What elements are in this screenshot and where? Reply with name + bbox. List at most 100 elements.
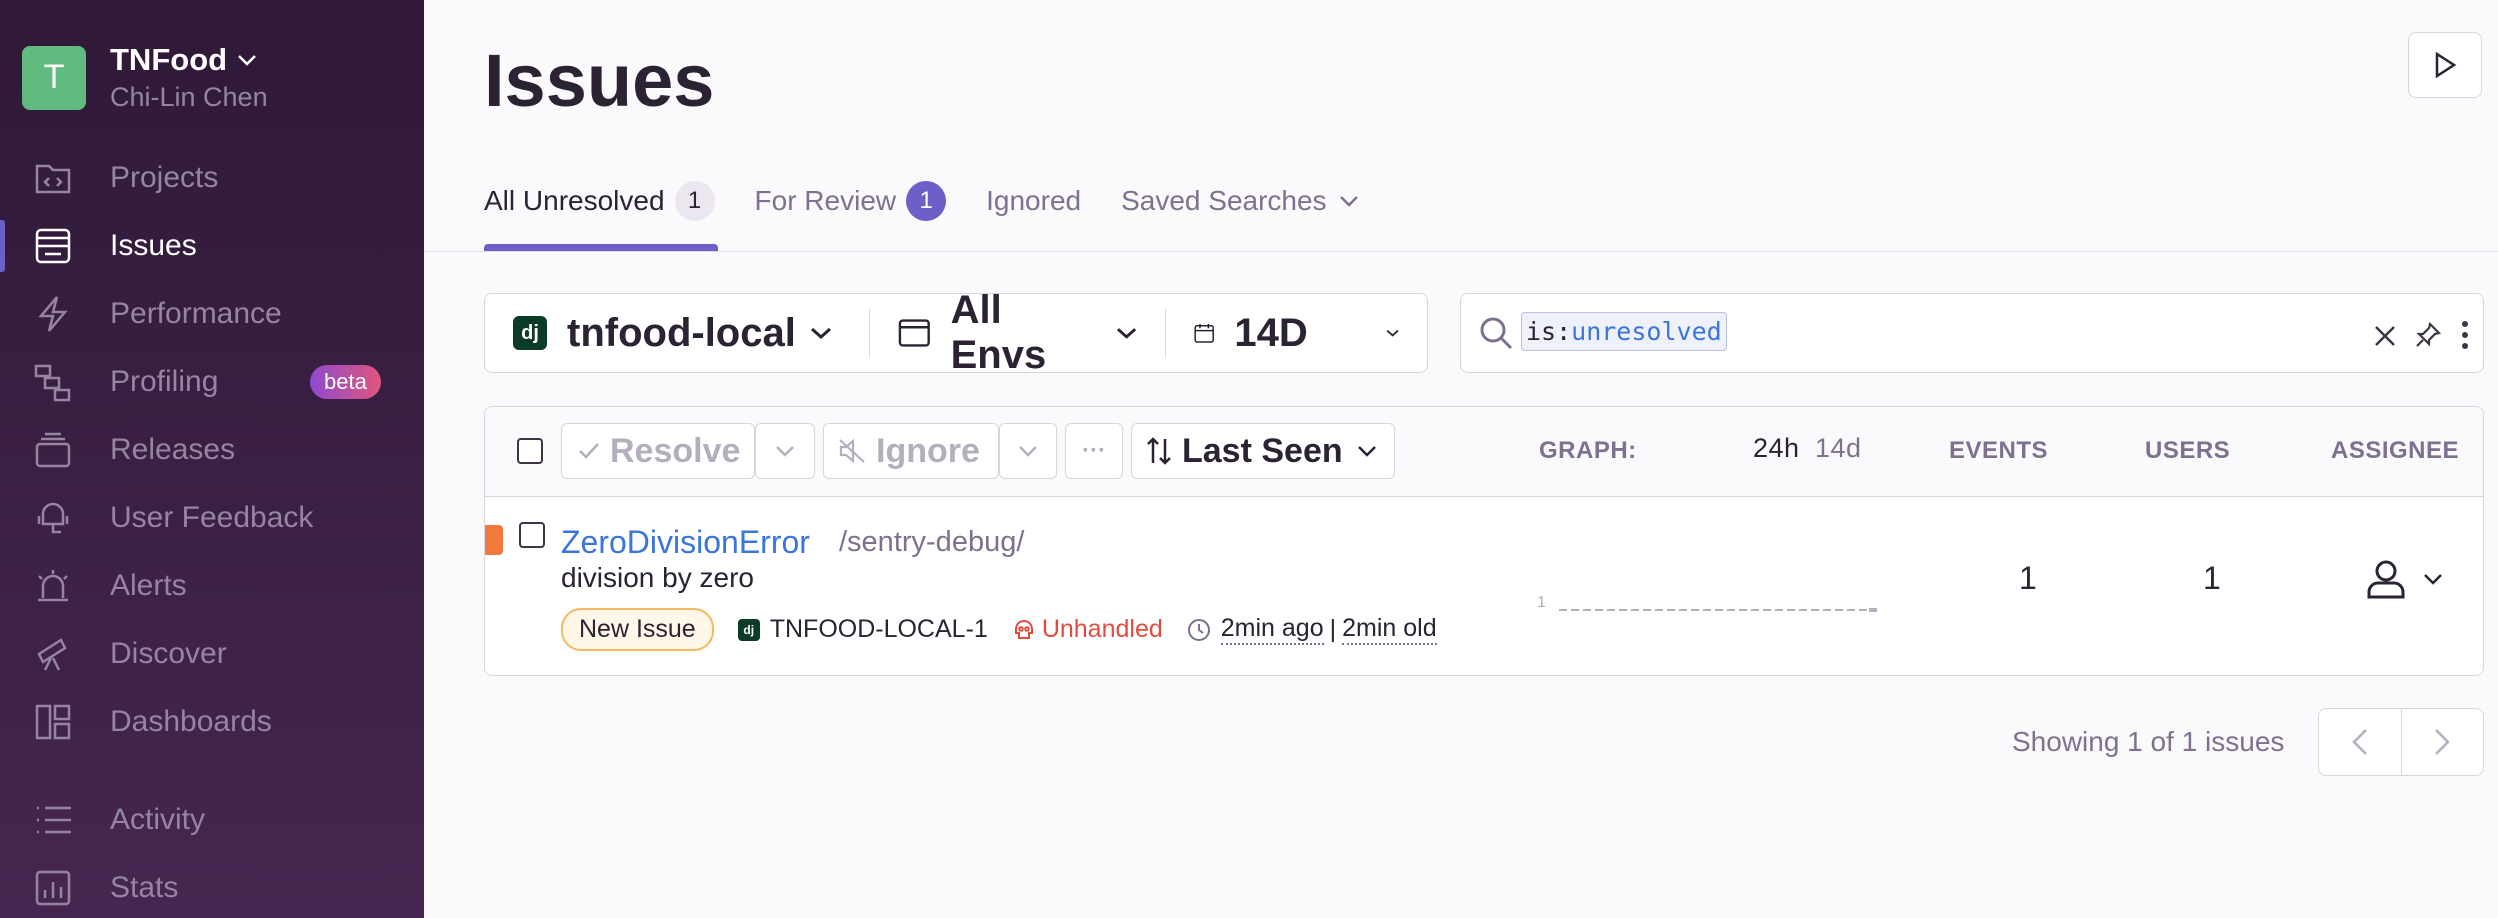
- resolve-button[interactable]: Resolve: [561, 423, 755, 479]
- column-assignee: ASSIGNEE: [2331, 437, 2460, 464]
- priority-indicator: [485, 525, 503, 555]
- ignore-options-button[interactable]: [999, 423, 1057, 479]
- issue-message: division by zero: [561, 562, 754, 593]
- table-row[interactable]: ZeroDivisionError /sentry-debug/ divisio…: [485, 498, 2483, 675]
- environment-selector[interactable]: All Envs: [869, 288, 1165, 377]
- org-switcher[interactable]: T TNFood Chi-Lin Chen: [22, 42, 268, 113]
- last-seen[interactable]: 2min ago: [1220, 614, 1324, 645]
- beta-badge: beta: [310, 365, 381, 399]
- check-icon: [579, 443, 599, 459]
- sidebar-item-releases[interactable]: Releases: [0, 418, 424, 482]
- user-icon: [2367, 560, 2405, 599]
- org-user: Chi-Lin Chen: [110, 82, 268, 112]
- divider: [424, 251, 2498, 252]
- sidebar-item-stats[interactable]: Stats: [0, 856, 424, 918]
- sidebar-item-label: User Feedback: [110, 501, 314, 534]
- issues-icon: [32, 225, 74, 267]
- sort-icon: [1147, 437, 1171, 465]
- select-all-checkbox[interactable]: [517, 438, 543, 464]
- issue-trend-graph: 1: [1537, 594, 1877, 618]
- users-count: 1: [2203, 560, 2221, 596]
- issue-title-link[interactable]: ZeroDivisionError: [561, 524, 810, 561]
- column-events: EVENTS: [1949, 437, 2049, 464]
- chevron-left-icon: [2351, 729, 2367, 755]
- tab-for-review[interactable]: For Review 1: [755, 181, 947, 221]
- pagination: [2318, 708, 2484, 776]
- sidebar-item-alerts[interactable]: Alerts: [0, 554, 424, 618]
- sidebar-item-label: Discover: [110, 637, 227, 670]
- search-icon: [1480, 317, 1513, 350]
- django-icon: dj: [513, 316, 547, 350]
- more-actions-button[interactable]: ···: [1065, 423, 1123, 479]
- profiling-icon: [32, 361, 74, 403]
- sidebar-item-label: Releases: [110, 433, 236, 466]
- issue-list: Resolve Ignore ··· Last Seen GRAPH: 24h …: [484, 406, 2484, 676]
- skull-icon: [1014, 619, 1033, 639]
- events-count: 1: [2019, 560, 2037, 596]
- mute-icon: [839, 438, 865, 464]
- column-users: USERS: [2145, 437, 2231, 464]
- more-vertical-icon[interactable]: [2461, 320, 2469, 350]
- pagination-summary: Showing 1 of 1 issues: [2012, 726, 2285, 757]
- issue-search-bar[interactable]: is:unresolved: [1460, 293, 2484, 373]
- page-filter-bar: dj tnfood-local All Envs 14D: [484, 288, 1428, 377]
- sidebar-item-issues[interactable]: Issues: [0, 214, 424, 278]
- ignore-button[interactable]: Ignore: [823, 423, 999, 479]
- issue-location: /sentry-debug/: [839, 526, 1025, 558]
- chevron-down-icon: [1386, 329, 1399, 337]
- first-seen[interactable]: 2min old: [1342, 614, 1437, 645]
- unhandled-label: Unhandled: [1041, 615, 1163, 643]
- dashboards-icon: [32, 701, 74, 743]
- issue-list-header: Resolve Ignore ··· Last Seen GRAPH: 24h …: [485, 407, 2483, 497]
- tab-all-unresolved[interactable]: All Unresolved 1: [484, 181, 715, 221]
- sidebar-item-discover[interactable]: Discover: [0, 622, 424, 686]
- sidebar-item-projects[interactable]: Projects: [0, 146, 424, 210]
- chevron-down-icon: [776, 446, 794, 457]
- pin-icon[interactable]: [2415, 322, 2441, 348]
- graph-24h-toggle[interactable]: 24h: [1753, 433, 1800, 464]
- releases-icon: [32, 429, 74, 471]
- issue-tabs: All Unresolved 1 For Review 1 Ignored Sa…: [484, 178, 1399, 224]
- tab-saved-searches[interactable]: Saved Searches: [1121, 185, 1358, 217]
- siren-icon: [32, 565, 74, 607]
- tab-ignored[interactable]: Ignored: [986, 185, 1081, 217]
- graph-max-label: 1: [1537, 594, 1546, 611]
- issue-meta: New Issue dj TNFOOD-LOCAL-1 Unhandled 2m…: [561, 608, 1437, 651]
- play-tour-button[interactable]: [2408, 32, 2482, 98]
- sidebar-item-activity[interactable]: Activity: [0, 788, 424, 852]
- sidebar-item-dashboards[interactable]: Dashboards: [0, 690, 424, 754]
- sidebar-item-label: Alerts: [110, 569, 187, 602]
- search-token[interactable]: is:unresolved: [1521, 312, 1727, 351]
- list-icon: [32, 799, 74, 841]
- date-range-selector[interactable]: 14D: [1165, 308, 1427, 358]
- telescope-icon: [32, 633, 74, 675]
- resolve-options-button[interactable]: [755, 423, 815, 479]
- org-name: TNFood: [110, 42, 228, 77]
- previous-page-button[interactable]: [2319, 709, 2401, 775]
- column-graph: GRAPH:: [1539, 437, 1637, 464]
- sidebar-item-user-feedback[interactable]: User Feedback: [0, 486, 424, 550]
- new-issue-badge: New Issue: [561, 608, 714, 651]
- sidebar-item-label: Profiling: [110, 365, 219, 398]
- issue-short-id[interactable]: TNFOOD-LOCAL-1: [770, 615, 988, 644]
- chevron-down-icon: [238, 55, 256, 66]
- sidebar-item-label: Activity: [110, 803, 206, 836]
- org-avatar: T: [22, 45, 86, 110]
- assignee-selector[interactable]: [2365, 558, 2443, 600]
- close-icon[interactable]: [2373, 324, 2397, 348]
- chevron-down-icon: [1357, 446, 1376, 457]
- sidebar-item-performance[interactable]: Performance: [0, 282, 424, 346]
- sidebar-item-label: Issues: [110, 229, 197, 262]
- next-page-button[interactable]: [2400, 709, 2484, 775]
- row-checkbox[interactable]: [519, 522, 545, 548]
- graph-14d-toggle[interactable]: 14d: [1815, 433, 1862, 464]
- sidebar-item-profiling[interactable]: Profiling beta: [0, 350, 424, 414]
- chevron-down-icon: [1019, 446, 1037, 457]
- project-selector[interactable]: dj tnfood-local: [485, 294, 869, 372]
- stats-icon: [32, 867, 74, 909]
- sidebar-item-label: Projects: [110, 161, 219, 194]
- window-icon: [898, 319, 930, 347]
- sort-selector[interactable]: Last Seen: [1131, 423, 1395, 479]
- django-icon: dj: [737, 618, 760, 641]
- separator: |: [1329, 615, 1337, 643]
